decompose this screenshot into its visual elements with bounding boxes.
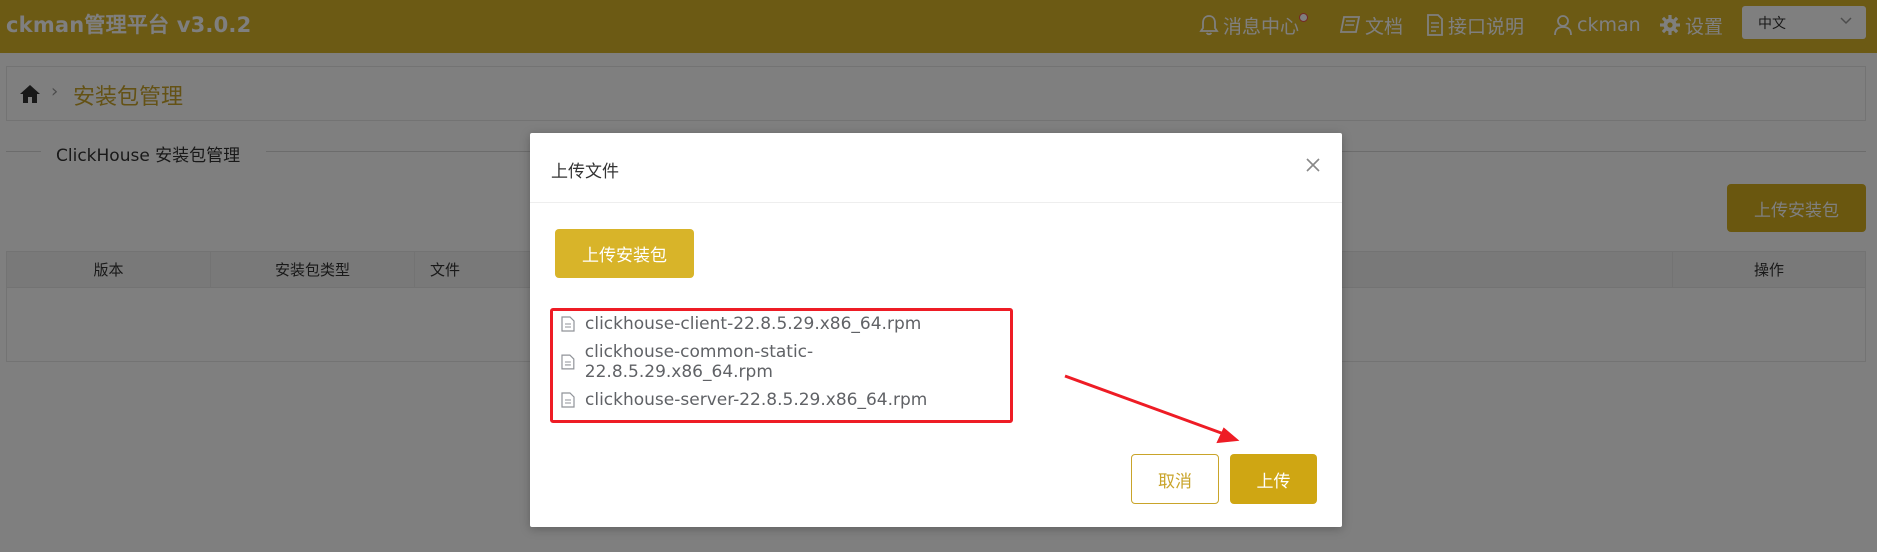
file-item[interactable]: clickhouse-common-static-22.8.5.29.x86_6… (555, 342, 995, 382)
file-item[interactable]: clickhouse-client-22.8.5.29.x86_64.rpm (555, 305, 995, 343)
file-list: clickhouse-client-22.8.5.29.x86_64.rpm c… (555, 305, 995, 419)
dialog-upload-package-button[interactable]: 上传安装包 (555, 229, 694, 278)
dialog-title: 上传文件 (551, 162, 619, 182)
upload-submit-button[interactable]: 上传 (1230, 454, 1317, 504)
file-name: clickhouse-server-22.8.5.29.x86_64.rpm (585, 390, 928, 410)
file-icon (561, 392, 575, 408)
cancel-button[interactable]: 取消 (1131, 454, 1219, 504)
file-name: clickhouse-common-static-22.8.5.29.x86_6… (584, 342, 814, 382)
file-icon (561, 354, 575, 370)
close-icon[interactable] (1303, 155, 1323, 175)
file-icon (561, 316, 575, 332)
file-item[interactable]: clickhouse-server-22.8.5.29.x86_64.rpm (555, 381, 995, 419)
upload-dialog: 上传文件 上传安装包 clickhouse-client-22.8.5.29.x… (530, 133, 1342, 527)
file-name: clickhouse-client-22.8.5.29.x86_64.rpm (585, 314, 922, 334)
dialog-header: 上传文件 (530, 133, 1342, 203)
